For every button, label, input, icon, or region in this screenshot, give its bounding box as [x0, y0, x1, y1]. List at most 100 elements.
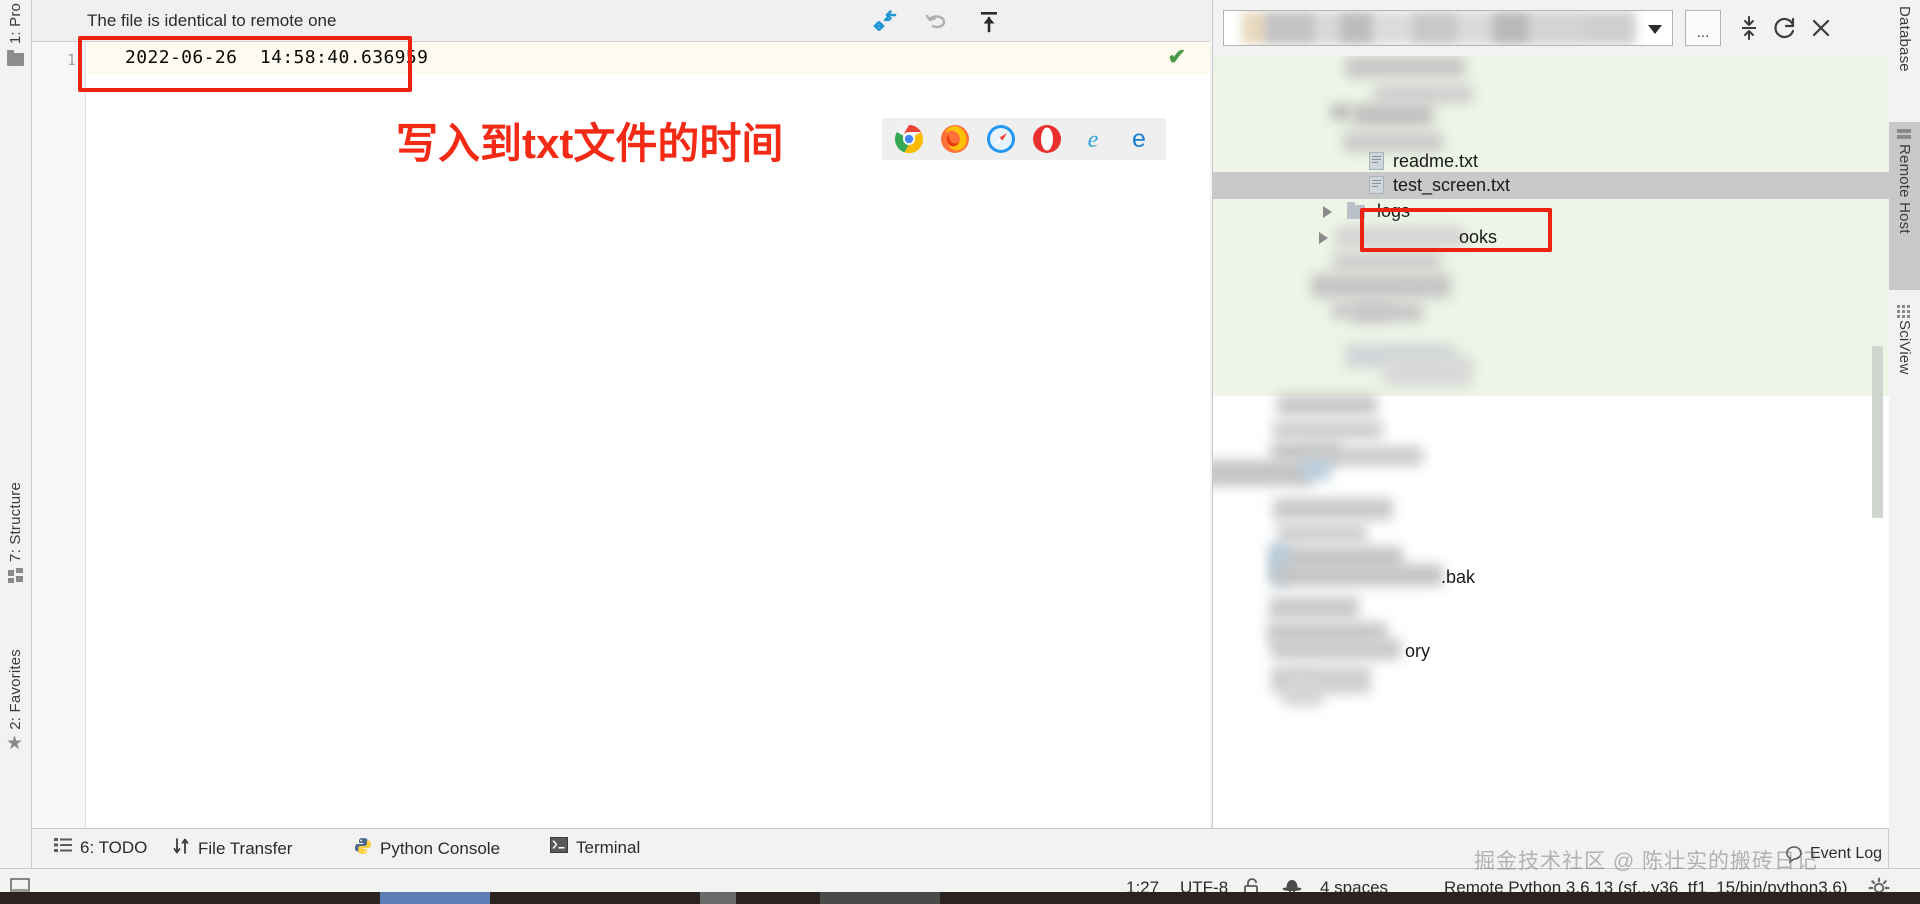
sidebar-item-project-label: 1: Pro [0, 0, 32, 44]
balloon-notification-icon[interactable] [1784, 845, 1804, 870]
tree-item-notebooks[interactable]: ooks [1213, 224, 1889, 251]
editor-gutter: 1 [32, 42, 86, 828]
server-name-blurred [1224, 11, 1672, 45]
chevron-right-icon[interactable] [1319, 232, 1328, 244]
tool-window-bar: 6: TODO File Transfer Python Console [32, 828, 1888, 868]
todo-list-icon [54, 837, 72, 858]
tree-item-test-screen[interactable]: test_screen.txt [1213, 172, 1889, 199]
remote-file-tree[interactable]: readme.txt test_screen.txt logs ooks [1213, 56, 1889, 828]
terminal-icon [550, 837, 568, 858]
taskbar-segment [820, 892, 940, 904]
server-select[interactable] [1223, 10, 1673, 46]
compare-with-remote-icon[interactable] [872, 8, 898, 34]
chevron-down-icon [1648, 25, 1662, 34]
code-line-1: 2022-06-26 14:58:40.636959 [125, 47, 428, 68]
tree-blurred-entry [1273, 420, 1383, 440]
tree-blurred-entry [1271, 638, 1401, 660]
tree-blurred-entry [1301, 460, 1331, 480]
tree-item-label: readme.txt [1393, 151, 1478, 172]
file-icon [1369, 152, 1384, 170]
tree-blurred-entry [1273, 564, 1443, 586]
tree-blurred-entry [1213, 460, 1313, 486]
sciview-icon [1897, 305, 1911, 317]
os-taskbar [0, 892, 1920, 904]
tree-blurred-entry [1277, 394, 1377, 416]
tool-window-terminal-label: Terminal [576, 838, 640, 858]
chevron-right-icon[interactable] [1323, 206, 1332, 218]
tree-blurred-entry [1345, 56, 1465, 78]
tree-item-label: .bak [1441, 567, 1475, 588]
transfer-arrows-icon [172, 837, 190, 860]
tree-blurred-entry [1335, 226, 1465, 248]
revert-icon[interactable] [924, 8, 950, 34]
svg-text:e: e [1088, 127, 1099, 153]
upload-icon[interactable] [976, 8, 1002, 34]
tree-item-readme[interactable]: readme.txt [1213, 148, 1889, 175]
browse-button[interactable]: ... [1685, 10, 1721, 46]
tree-blurred-entry [1373, 84, 1473, 104]
tree-blurred-entry [1277, 522, 1367, 544]
tree-blurred-entry [1311, 274, 1451, 298]
event-log-label[interactable]: Event Log [1810, 845, 1882, 863]
sidebar-item-favorites[interactable]: ★ 2: Favorites [0, 610, 32, 760]
sidebar-item-project[interactable]: 1: Pro [0, 0, 32, 72]
tree-blurred-entry [1383, 356, 1473, 386]
inspection-ok-icon: ✔ [1168, 46, 1186, 68]
internet-explorer-icon[interactable]: e [1078, 124, 1108, 154]
tool-window-todo[interactable]: 6: TODO [54, 837, 147, 858]
editor-notification-bar: The file is identical to remote one [32, 0, 1210, 42]
sidebar-item-sciview[interactable]: SciView [1888, 298, 1920, 428]
tool-window-python-console[interactable]: Python Console [354, 837, 500, 860]
tool-window-terminal[interactable]: Terminal [550, 837, 640, 858]
sidebar-item-remote-host[interactable]: Remote Host [1888, 122, 1920, 290]
sidebar-item-favorites-label: 2: Favorites [0, 649, 32, 730]
annotation-caption: 写入到txt文件的时间 [396, 110, 783, 171]
tool-window-file-transfer-label: File Transfer [198, 839, 292, 859]
tree-item-label: test_screen.txt [1393, 175, 1510, 196]
tree-blurred-entry [1333, 252, 1441, 272]
sidebar-item-structure-label: 7: Structure [0, 482, 32, 562]
tool-window-file-transfer[interactable]: File Transfer [172, 837, 292, 860]
sidebar-item-database-label: Database [1888, 6, 1920, 72]
opera-icon[interactable] [1032, 124, 1062, 154]
tree-blurred-entry [1353, 302, 1423, 322]
remote-toolbar: ... [1213, 0, 1889, 56]
ide-window: 1: Pro 7: Structure ★ 2: Favorites Datab… [0, 0, 1920, 904]
star-icon: ★ [7, 736, 25, 754]
tree-item-bak[interactable]: .bak [1213, 564, 1889, 591]
sidebar-item-structure[interactable]: 7: Structure [0, 450, 32, 590]
tool-window-todo-label: 6: TODO [80, 838, 147, 858]
tree-blurred-entry [1353, 104, 1433, 126]
sidebar-item-database[interactable]: Database [1888, 0, 1920, 120]
remote-host-panel: ... [1212, 0, 1888, 828]
tree-item-label: logs [1377, 201, 1410, 222]
edge-icon[interactable]: e [1124, 124, 1154, 154]
browser-preview-bar: e e [882, 118, 1166, 160]
tree-item-logs[interactable]: logs [1213, 198, 1889, 225]
collapse-all-icon[interactable] [1735, 14, 1763, 42]
tree-scrollbar[interactable] [1872, 346, 1883, 518]
refresh-icon[interactable] [1771, 14, 1799, 42]
tool-window-python-console-label: Python Console [380, 839, 500, 859]
python-icon [354, 837, 372, 860]
remote-host-icon [1897, 129, 1911, 141]
structure-icon [8, 568, 24, 584]
notification-toolbar [872, 8, 1002, 34]
taskbar-segment [700, 892, 736, 904]
tree-blurred-entry [1283, 676, 1323, 706]
tree-blurred-entry [1331, 104, 1351, 120]
tree-item-label: ooks [1459, 227, 1497, 248]
svg-text:e: e [1132, 125, 1146, 153]
chrome-icon[interactable] [894, 124, 924, 154]
sidebar-item-remote-host-label: Remote Host [1888, 144, 1920, 234]
tree-blurred-entry [1273, 498, 1393, 520]
close-icon[interactable] [1807, 14, 1835, 42]
firefox-icon[interactable] [940, 124, 970, 154]
project-folder-icon [7, 50, 25, 66]
folder-icon [1347, 205, 1365, 219]
taskbar-segment [380, 892, 490, 904]
tree-item-directory[interactable]: ory [1213, 638, 1889, 665]
notification-message: The file is identical to remote one [87, 11, 336, 31]
safari-icon[interactable] [986, 124, 1016, 154]
line-number: 1 [67, 51, 76, 69]
